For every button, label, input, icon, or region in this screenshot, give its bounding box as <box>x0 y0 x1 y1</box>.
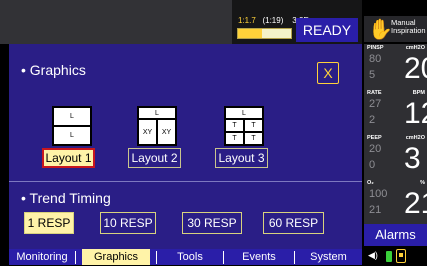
tab-events[interactable]: Events <box>224 249 294 265</box>
ready-button[interactable]: READY <box>296 18 358 42</box>
plug-icon <box>396 249 406 263</box>
param-value: 21 <box>404 187 427 220</box>
param-low-limit: 2 <box>369 114 376 126</box>
param-label: PINSP <box>367 45 384 51</box>
layout-1-button[interactable]: Layout 1 <box>42 148 95 168</box>
param-high-limit: 27 <box>369 98 382 110</box>
layout-1-cell-top: L <box>53 107 91 126</box>
ie-ratio: 1:1.7 <box>238 16 256 25</box>
trend-timing-title-text: Trend Timing <box>29 190 111 206</box>
param-high-limit: 100 <box>369 188 388 200</box>
layout-2-cell-top: L <box>138 107 176 119</box>
manual-label-line2: Inspiration <box>391 26 426 35</box>
param-pinsp[interactable]: PINSP cmH2O 80 5 20 <box>364 44 427 93</box>
tab-tools[interactable]: Tools <box>157 249 223 265</box>
manual-inspiration-button[interactable]: ✋ Manual Inspiration <box>364 16 427 42</box>
layout-2-icon[interactable]: L XY XY <box>137 106 177 146</box>
timing-readout: (1:19) <box>262 16 284 25</box>
layout-3-cell-mid-right: T <box>244 119 263 132</box>
param-high-limit: 20 <box>369 143 382 155</box>
param-peep[interactable]: PEEP cmH2O 20 0 3 <box>364 134 427 183</box>
resp-60-button[interactable]: 60 RESP <box>263 212 324 234</box>
graphics-title-text: Graphics <box>29 62 86 78</box>
param-value: 3 <box>404 142 421 175</box>
resp-10-button[interactable]: 10 RESP <box>100 212 156 234</box>
layout-2-cell-right: XY <box>157 119 176 145</box>
tab-graphics[interactable]: Graphics <box>82 249 150 265</box>
param-label: O₂ <box>367 180 374 186</box>
param-unit: BPM <box>412 90 425 96</box>
section-divider <box>9 181 362 182</box>
layout-3-cell-bottom-right: T <box>244 132 263 145</box>
alarms-button[interactable]: Alarms <box>364 224 427 246</box>
layout-3-cell-mid-left: T <box>225 119 244 132</box>
system-status-row: ◀) <box>364 248 427 265</box>
layout-3-button[interactable]: Layout 3 <box>215 148 268 168</box>
breath-progress-bar <box>237 28 292 39</box>
trend-timing-title: • Trend Timing <box>21 190 111 206</box>
param-label: PEEP <box>367 135 382 141</box>
close-button[interactable]: X <box>317 62 339 84</box>
param-unit: cmH2O <box>405 135 425 141</box>
layout-3-cell-bottom-left: T <box>225 132 244 145</box>
param-value: 12 <box>404 97 427 130</box>
param-high-limit: 80 <box>369 53 382 65</box>
tab-system[interactable]: System <box>295 249 362 265</box>
tab-separator <box>75 251 76 264</box>
param-value: 20 <box>404 52 427 85</box>
param-unit: cmH2O <box>405 45 425 51</box>
resp-30-button[interactable]: 30 RESP <box>182 212 242 234</box>
param-unit: % <box>420 180 425 186</box>
layout-3-icon[interactable]: L T T T T <box>224 106 264 146</box>
resp-1-button[interactable]: 1 RESP <box>24 212 74 234</box>
param-rate[interactable]: RATE BPM 27 2 12 <box>364 89 427 138</box>
tab-monitoring[interactable]: Monitoring <box>9 249 75 265</box>
param-low-limit: 21 <box>369 204 382 216</box>
speaker-icon[interactable]: ◀) <box>368 250 378 261</box>
waveform-header-area <box>0 0 232 44</box>
param-o2[interactable]: O₂ % 100 21 21 <box>364 179 427 228</box>
layout-1-cell-bottom: L <box>53 126 91 145</box>
layout-2-cell-left: XY <box>138 119 157 145</box>
bottom-tab-bar: Monitoring Graphics Tools Events System <box>9 249 362 265</box>
layout-1-icon[interactable]: L L <box>52 106 92 146</box>
param-label: RATE <box>367 90 382 96</box>
hand-icon: ✋ <box>368 19 393 41</box>
battery-icon <box>386 251 392 262</box>
param-low-limit: 5 <box>369 69 376 81</box>
graphics-title: • Graphics <box>21 62 86 78</box>
graphics-dialog: • Graphics X L L L XY XY L T T T T Layou… <box>9 44 362 249</box>
manual-inspiration-label: Manual Inspiration <box>391 19 426 35</box>
breath-progress-fill <box>238 29 262 38</box>
layout-3-cell-top: L <box>225 107 263 119</box>
layout-2-button[interactable]: Layout 2 <box>128 148 181 168</box>
param-low-limit: 0 <box>369 159 376 171</box>
